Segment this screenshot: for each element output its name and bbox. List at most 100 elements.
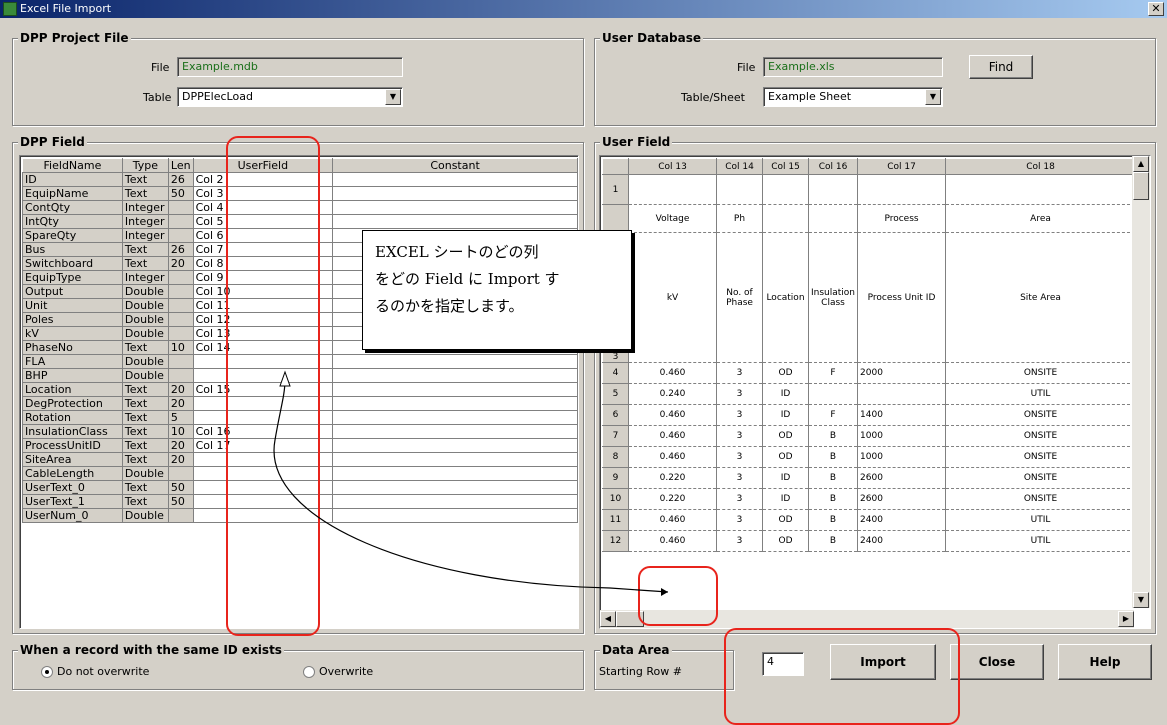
sheet-cell[interactable]: B — [808, 467, 859, 489]
sheet-cell[interactable]: F — [808, 362, 859, 384]
dpp-column-header-0[interactable]: FieldName — [22, 158, 123, 173]
dpp-column-header-1[interactable]: Type — [121, 158, 169, 173]
sheet-cell[interactable] — [945, 174, 1137, 205]
sheet-cell[interactable]: ONSITE — [945, 467, 1137, 489]
sheet-cell[interactable]: B — [808, 488, 859, 510]
sheet-cell[interactable]: 0.460 — [628, 362, 717, 384]
close-window-icon[interactable]: ✕ — [1148, 2, 1164, 16]
sheet-cell[interactable]: UTIL — [945, 530, 1137, 552]
user-sheet-row[interactable]: 11 0.460 3 OD B 2400 UTIL — [602, 509, 1137, 531]
dpp-column-header-2[interactable]: Len — [167, 158, 194, 173]
sheet-cell[interactable]: ONSITE — [945, 488, 1137, 510]
user-sheet-row[interactable]: 10 0.220 3 ID B 2600 ONSITE — [602, 488, 1137, 510]
constant-cell[interactable] — [332, 368, 578, 383]
constant-cell[interactable] — [332, 186, 578, 201]
user-field-grid[interactable]: Col 13 Col 14 Col 15 Col 16 Col 17 Col 18 1 Vo… — [599, 155, 1151, 629]
user-column-header-3[interactable]: Col 15 — [762, 158, 809, 175]
user-column-header-6[interactable]: Col 18 — [945, 158, 1137, 175]
sheet-cell[interactable]: 0.460 — [628, 404, 717, 426]
constant-cell[interactable] — [332, 214, 578, 229]
scroll-down-icon[interactable]: ▼ — [1133, 592, 1149, 608]
sheet-cell[interactable]: Voltage — [628, 204, 717, 233]
user-sheet-row[interactable]: 1 — [602, 174, 1137, 205]
scroll-up-icon[interactable]: ▲ — [1133, 156, 1149, 172]
sheet-cell[interactable]: Location — [762, 232, 809, 363]
sheet-cell[interactable]: 2400 — [857, 509, 947, 531]
sheet-cell[interactable]: 1000 — [857, 446, 947, 468]
sheet-cell[interactable] — [808, 383, 859, 405]
sheet-cell[interactable]: 2000 — [857, 362, 947, 384]
sheet-cell[interactable] — [628, 174, 717, 205]
project-file-field[interactable]: Example.mdb — [177, 57, 403, 77]
constant-cell[interactable] — [332, 172, 578, 187]
sheet-cell[interactable]: 1000 — [857, 425, 947, 447]
sheet-cell[interactable] — [857, 383, 947, 405]
user-column-header-4[interactable]: Col 16 — [807, 158, 859, 175]
sheet-cell[interactable]: B — [808, 425, 859, 447]
sheet-cell[interactable]: 2400 — [857, 530, 947, 552]
constant-cell[interactable] — [332, 396, 578, 411]
sheet-cell[interactable]: Site Area — [945, 232, 1137, 363]
constant-cell[interactable] — [332, 466, 578, 481]
sheet-cell[interactable]: 3 — [716, 425, 763, 447]
scroll-thumb[interactable] — [1133, 172, 1149, 200]
scroll-right-icon[interactable]: ▶ — [1118, 611, 1134, 627]
sheet-cell[interactable]: 3 — [716, 362, 763, 384]
sheet-cell[interactable]: 3 — [716, 446, 763, 468]
radio-overwrite[interactable]: Overwrite — [303, 665, 373, 678]
constant-cell[interactable] — [332, 480, 578, 495]
sheet-cell[interactable]: ONSITE — [945, 404, 1137, 426]
sheet-cell[interactable] — [762, 204, 809, 233]
constant-cell[interactable] — [332, 354, 578, 369]
sheet-cell[interactable]: 3 — [716, 467, 763, 489]
user-column-header-1[interactable]: Col 13 — [628, 158, 717, 175]
find-button[interactable]: Find — [969, 55, 1033, 79]
user-column-header-5[interactable]: Col 17 — [857, 158, 947, 175]
scroll-left-icon[interactable]: ◀ — [600, 611, 616, 627]
user-sheet-row[interactable]: 9 0.220 3 ID B 2600 ONSITE — [602, 467, 1137, 489]
sheet-cell[interactable]: ID — [762, 383, 809, 405]
sheet-cell[interactable]: 0.460 — [628, 446, 717, 468]
sheet-cell[interactable]: B — [808, 509, 859, 531]
sheet-cell[interactable]: No. of Phase — [716, 232, 763, 363]
user-sheet-row[interactable]: 3 kV No. of Phase Location Insulation Class P… — [602, 232, 1137, 363]
sheet-cell[interactable] — [808, 204, 859, 233]
radio-do-not-overwrite[interactable]: Do not overwrite — [41, 665, 149, 678]
sheet-cell[interactable]: 3 — [716, 509, 763, 531]
sheet-cell[interactable]: ID — [762, 488, 809, 510]
sheet-cell[interactable]: 3 — [716, 383, 763, 405]
sheet-cell[interactable] — [716, 174, 763, 205]
sheet-cell[interactable]: 0.220 — [628, 488, 717, 510]
constant-cell[interactable] — [332, 494, 578, 509]
sheet-cell[interactable]: ONSITE — [945, 362, 1137, 384]
constant-cell[interactable] — [332, 200, 578, 215]
user-column-header-2[interactable]: Col 14 — [716, 158, 763, 175]
sheet-cell[interactable]: Area — [945, 204, 1137, 233]
sheet-cell[interactable]: 0.460 — [628, 530, 717, 552]
constant-cell[interactable] — [332, 410, 578, 425]
sheet-cell[interactable]: B — [808, 530, 859, 552]
sheet-cell[interactable]: OD — [762, 362, 809, 384]
sheet-cell[interactable]: 1400 — [857, 404, 947, 426]
sheet-cell[interactable] — [762, 174, 809, 205]
user-sheet-row[interactable]: 8 0.460 3 OD B 1000 ONSITE — [602, 446, 1137, 468]
sheet-cell[interactable]: Process — [857, 204, 947, 233]
user-sheet-row[interactable]: 7 0.460 3 OD B 1000 ONSITE — [602, 425, 1137, 447]
sheet-cell[interactable]: ONSITE — [945, 425, 1137, 447]
sheet-cell[interactable]: 0.460 — [628, 509, 717, 531]
sheet-cell[interactable]: ID — [762, 404, 809, 426]
user-sheet-row[interactable]: Voltage Ph Process Area — [602, 204, 1137, 233]
sheet-cell[interactable]: UTIL — [945, 509, 1137, 531]
constant-cell[interactable] — [332, 508, 578, 523]
sheet-cell[interactable] — [808, 174, 859, 205]
sheet-cell[interactable] — [857, 174, 947, 205]
constant-cell[interactable] — [332, 438, 578, 453]
sheet-cell[interactable]: 0.220 — [628, 467, 717, 489]
sheet-cell[interactable]: OD — [762, 509, 809, 531]
sheet-cell[interactable]: ONSITE — [945, 446, 1137, 468]
user-sheet-row[interactable]: 12 0.460 3 OD B 2400 UTIL — [602, 530, 1137, 552]
user-sheet-row[interactable]: 5 0.240 3 ID UTIL — [602, 383, 1137, 405]
chevron-down-icon[interactable]: ▼ — [925, 89, 941, 105]
sheet-cell[interactable]: F — [808, 404, 859, 426]
constant-cell[interactable] — [332, 382, 578, 397]
